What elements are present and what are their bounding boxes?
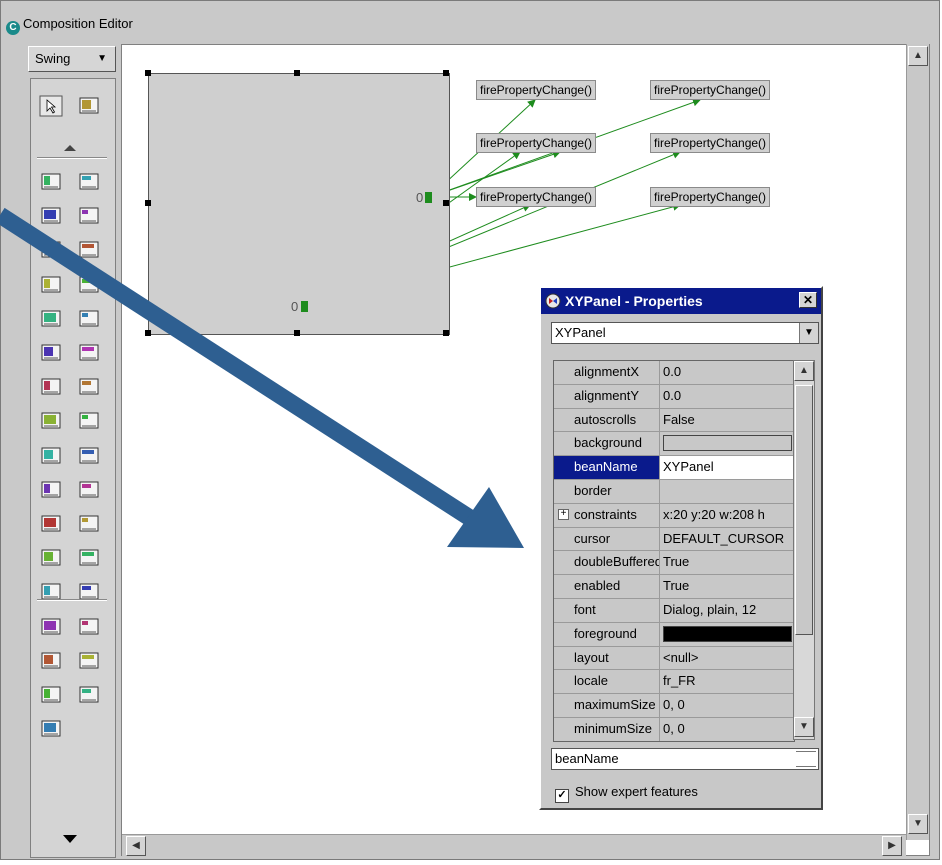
annotation-arrow: [0, 207, 524, 548]
